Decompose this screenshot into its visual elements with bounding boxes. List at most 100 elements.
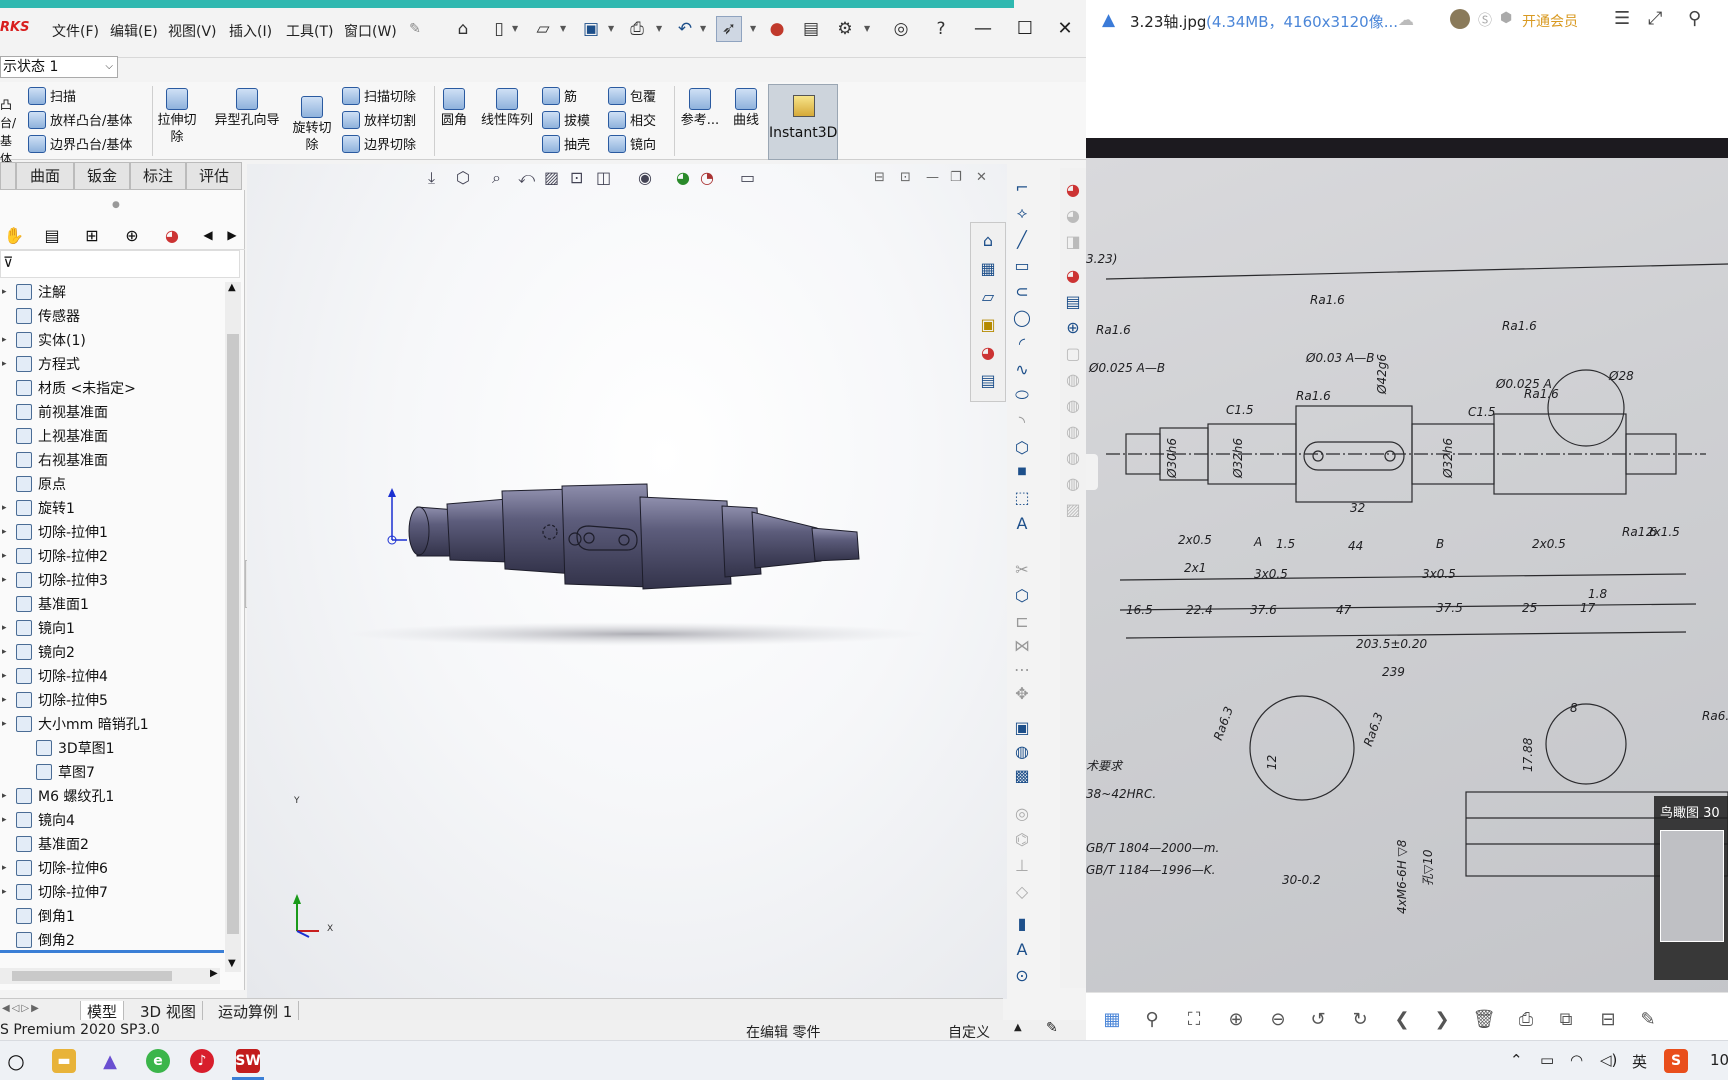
search-circle-icon[interactable]: ○ <box>4 1049 28 1073</box>
feature-filter-input[interactable]: ⊽ <box>0 250 240 278</box>
configuration-manager-icon[interactable]: ⊞ <box>80 223 104 247</box>
birdseye-panel[interactable]: 鸟瞰图 30 <box>1654 796 1728 980</box>
unit-dropdown-icon[interactable]: ▲ <box>1014 1022 1022 1033</box>
wifi-icon[interactable]: ◠ <box>1570 1051 1583 1069</box>
tree-item[interactable]: 上视基准面 <box>16 424 108 448</box>
fillet-button[interactable]: 圆角 <box>438 88 470 129</box>
text-icon[interactable]: A <box>1011 512 1033 534</box>
file-explorer-icon[interactable]: ▱ <box>977 285 999 307</box>
loft-button[interactable]: 放样凸台/基体 <box>28 110 132 129</box>
tab-3d-views[interactable]: 3D 视图 <box>134 1001 203 1021</box>
copy-image-icon[interactable]: ⧉ <box>1554 1007 1578 1031</box>
browser-taskbar-icon[interactable]: e <box>146 1049 170 1073</box>
part-model-shaft[interactable] <box>247 164 1007 999</box>
hole-callout-icon[interactable]: ⊙ <box>1011 964 1033 986</box>
smart-dimension-icon[interactable]: ⟡ <box>1011 202 1033 224</box>
avatar[interactable] <box>1450 9 1470 29</box>
wrap-button[interactable]: 包覆 <box>608 86 656 105</box>
new-dropdown-icon[interactable]: ▼ <box>512 24 518 33</box>
reference-geometry-button[interactable]: 参考... <box>678 88 722 129</box>
expand-arrow-icon[interactable]: ▸ <box>2 575 7 585</box>
fit-window-icon[interactable]: ⛶ <box>1182 1007 1206 1031</box>
display-style-icon[interactable]: ◫ <box>596 168 611 187</box>
lights-icon[interactable]: ◍ <box>1062 394 1084 416</box>
tree-item[interactable]: ▸ 实体(1) <box>2 328 86 352</box>
tree-item[interactable]: 倒角1 <box>16 904 75 928</box>
undo-dropdown-icon[interactable]: ▼ <box>700 24 706 33</box>
tree-item[interactable]: ▸ 切除-拉伸6 <box>2 856 108 880</box>
tree-item[interactable]: ▸ 注解 <box>2 280 66 304</box>
appearance-editor-icon[interactable]: ◕ <box>1062 264 1084 286</box>
expand-arrow-icon[interactable]: ▸ <box>2 791 7 801</box>
tree-item[interactable]: 基准面1 <box>16 592 89 616</box>
decals-icon[interactable]: ▤ <box>1062 290 1084 312</box>
lofted-cut-button[interactable]: 放样切割 <box>342 110 416 129</box>
unit-system-selector[interactable]: 自定义 <box>948 1022 990 1040</box>
design-library-icon[interactable]: ▦ <box>977 257 999 279</box>
dimxpert-icon[interactable]: ⊕ <box>120 223 144 247</box>
expand-arrow-icon[interactable]: ▸ <box>2 719 7 729</box>
scroll-up-icon[interactable]: ▲ <box>228 282 236 293</box>
tab-markup[interactable]: 标注 <box>130 162 186 190</box>
zoom-in-icon[interactable]: ⊕ <box>1224 1007 1248 1031</box>
scroll-thumb[interactable] <box>227 334 239 934</box>
menu-view[interactable]: 视图(V) <box>168 21 217 41</box>
zoom-out-icon[interactable]: ⊖ <box>1266 1007 1290 1031</box>
rotate-left-icon[interactable]: ↺ <box>1306 1007 1330 1031</box>
apply-scene-icon[interactable]: ◔ <box>700 168 714 187</box>
zoom-to-fit-icon[interactable]: ⤓ <box>428 168 435 188</box>
revolve-cut-button[interactable]: 旋转切除 <box>290 96 334 154</box>
expand-arrow-icon[interactable]: ▸ <box>2 647 7 657</box>
tree-item[interactable]: 倒角2 <box>16 928 75 952</box>
select-dropdown-icon[interactable]: ▼ <box>750 24 756 33</box>
close-button[interactable]: ✕ <box>1050 14 1080 42</box>
render-preview-icon[interactable]: ◕ <box>1062 204 1084 226</box>
edit-appearance-icon[interactable]: ◕ <box>676 168 690 187</box>
rib-button[interactable]: 筋 <box>542 86 577 105</box>
property-manager-icon[interactable]: ▤ <box>40 223 64 247</box>
rectangle-icon[interactable]: ▭ <box>1011 254 1033 276</box>
expand-arrow-icon[interactable]: ▸ <box>2 335 7 345</box>
arc-icon[interactable]: ◜ <box>1011 332 1033 354</box>
select-cursor-icon[interactable]: ➶ <box>716 16 742 42</box>
prev-image-handle[interactable] <box>1086 454 1098 490</box>
sw-resources-icon[interactable]: ⌂ <box>977 229 999 251</box>
vip-link[interactable]: 开通会员 <box>1522 11 1578 31</box>
fullscreen-icon[interactable]: ⤢ <box>1648 8 1662 29</box>
next-image-icon[interactable]: ❯ <box>1430 1007 1454 1031</box>
tree-item[interactable]: ▸ 切除-拉伸2 <box>2 544 108 568</box>
open-dropdown-icon[interactable]: ▼ <box>560 24 566 33</box>
spline-icon[interactable]: ∿ <box>1011 358 1033 380</box>
arrow-right-icon[interactable]: ▶ <box>220 223 244 247</box>
save-as-icon[interactable]: ⊟ <box>1596 1007 1620 1031</box>
ellipse-icon[interactable]: ⬭ <box>1011 384 1033 406</box>
delete-icon[interactable]: 🗑 <box>1472 1007 1496 1031</box>
linear-pattern-button[interactable]: 线性阵列 <box>476 88 538 129</box>
previous-view-icon[interactable]: ⤺ <box>518 168 535 188</box>
rebuild-traffic-light-icon[interactable]: ● <box>764 16 790 42</box>
menu-tools[interactable]: 工具(T) <box>286 21 333 41</box>
help-icon[interactable]: ? <box>928 16 954 42</box>
tree-item[interactable]: ▸ 切除-拉伸3 <box>2 568 108 592</box>
drawing-photo[interactable]: 3.23) Ra1.6 Ra1.6 Ra1.6 Ra1.6 Ra1.6 Ra1.… <box>1086 138 1728 992</box>
trim-entities-icon[interactable]: ✂ <box>1011 558 1033 580</box>
menu-file[interactable]: 文件(F) <box>52 21 99 41</box>
schedule-render-icon[interactable]: ◍ <box>1062 446 1084 468</box>
feature-tree-hscrollbar[interactable]: ▶ <box>0 968 220 984</box>
undo-icon[interactable]: ↶ <box>672 16 698 42</box>
view-palette-icon[interactable]: ▣ <box>977 313 999 335</box>
expand-arrow-icon[interactable]: ▸ <box>2 359 7 369</box>
sketch-icon[interactable]: ⌐ <box>1011 176 1033 198</box>
new-document-icon[interactable]: ▯ <box>486 16 512 42</box>
render-final-icon[interactable]: ◨ <box>1062 230 1084 252</box>
tree-item[interactable]: ▸ 方程式 <box>2 352 80 376</box>
tree-item[interactable]: ▸ 切除-拉伸1 <box>2 520 108 544</box>
dynamic-annotation-icon[interactable]: ⊡ <box>570 168 583 187</box>
expand-arrow-icon[interactable]: ▸ <box>2 815 7 825</box>
minimize-button[interactable]: — <box>968 14 998 42</box>
pin-window-icon[interactable]: ⚲ <box>1688 8 1701 29</box>
expand-arrow-icon[interactable]: ▸ <box>2 623 7 633</box>
file-properties-icon[interactable]: ▤ <box>798 16 824 42</box>
target-icon[interactable]: ⊕ <box>1062 316 1084 338</box>
hscroll-thumb[interactable] <box>12 971 172 981</box>
